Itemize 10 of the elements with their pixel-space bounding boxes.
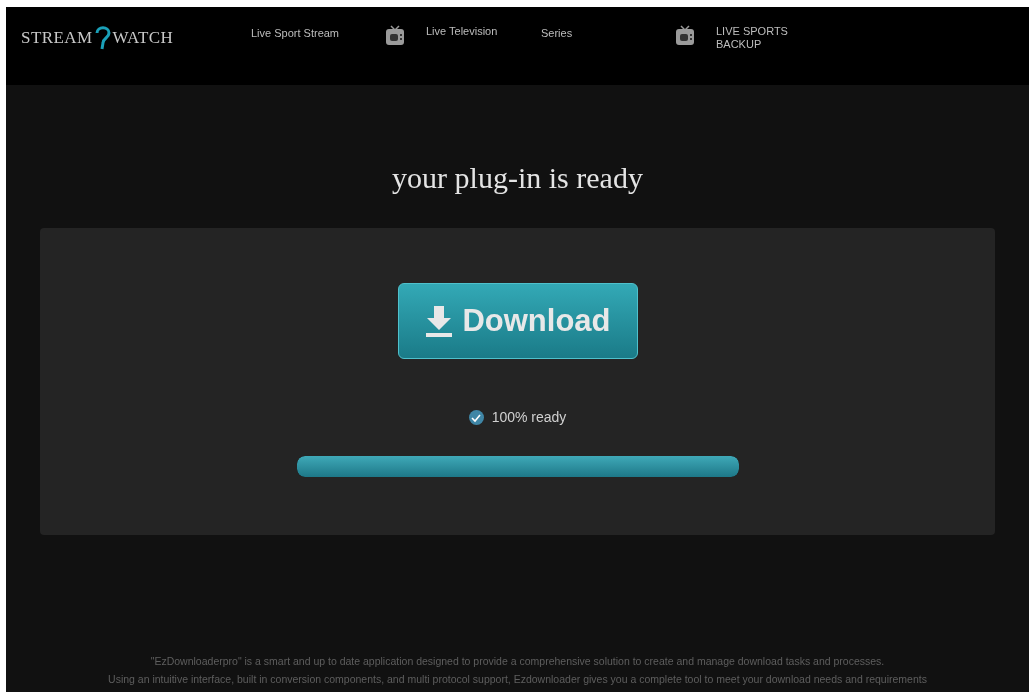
nav-link[interactable]: LIVE SPORTS BACKUP <box>716 25 806 51</box>
status-text: 100% ready <box>491 408 567 427</box>
nav-link[interactable]: Series <box>531 27 573 40</box>
nav-link[interactable]: Live Television <box>426 25 516 38</box>
page-heading: your plug-in is ready <box>391 160 644 196</box>
download-icon <box>424 304 455 338</box>
footer-text: "EzDownloaderpro" is a smart and up to date application designed to provide a comprehensive solution to create and manage download tasks and processes. <box>150 654 885 669</box>
logo[interactable]: STREAM WATCH <box>21 25 241 51</box>
nav-link[interactable]: Live Sport Stream <box>241 27 340 40</box>
footer-text: Using an intuitive interface, built in conversion components, and multi protocol support, Ezdownloader gives you a complete tool to meet your download needs and requirements <box>108 672 927 687</box>
